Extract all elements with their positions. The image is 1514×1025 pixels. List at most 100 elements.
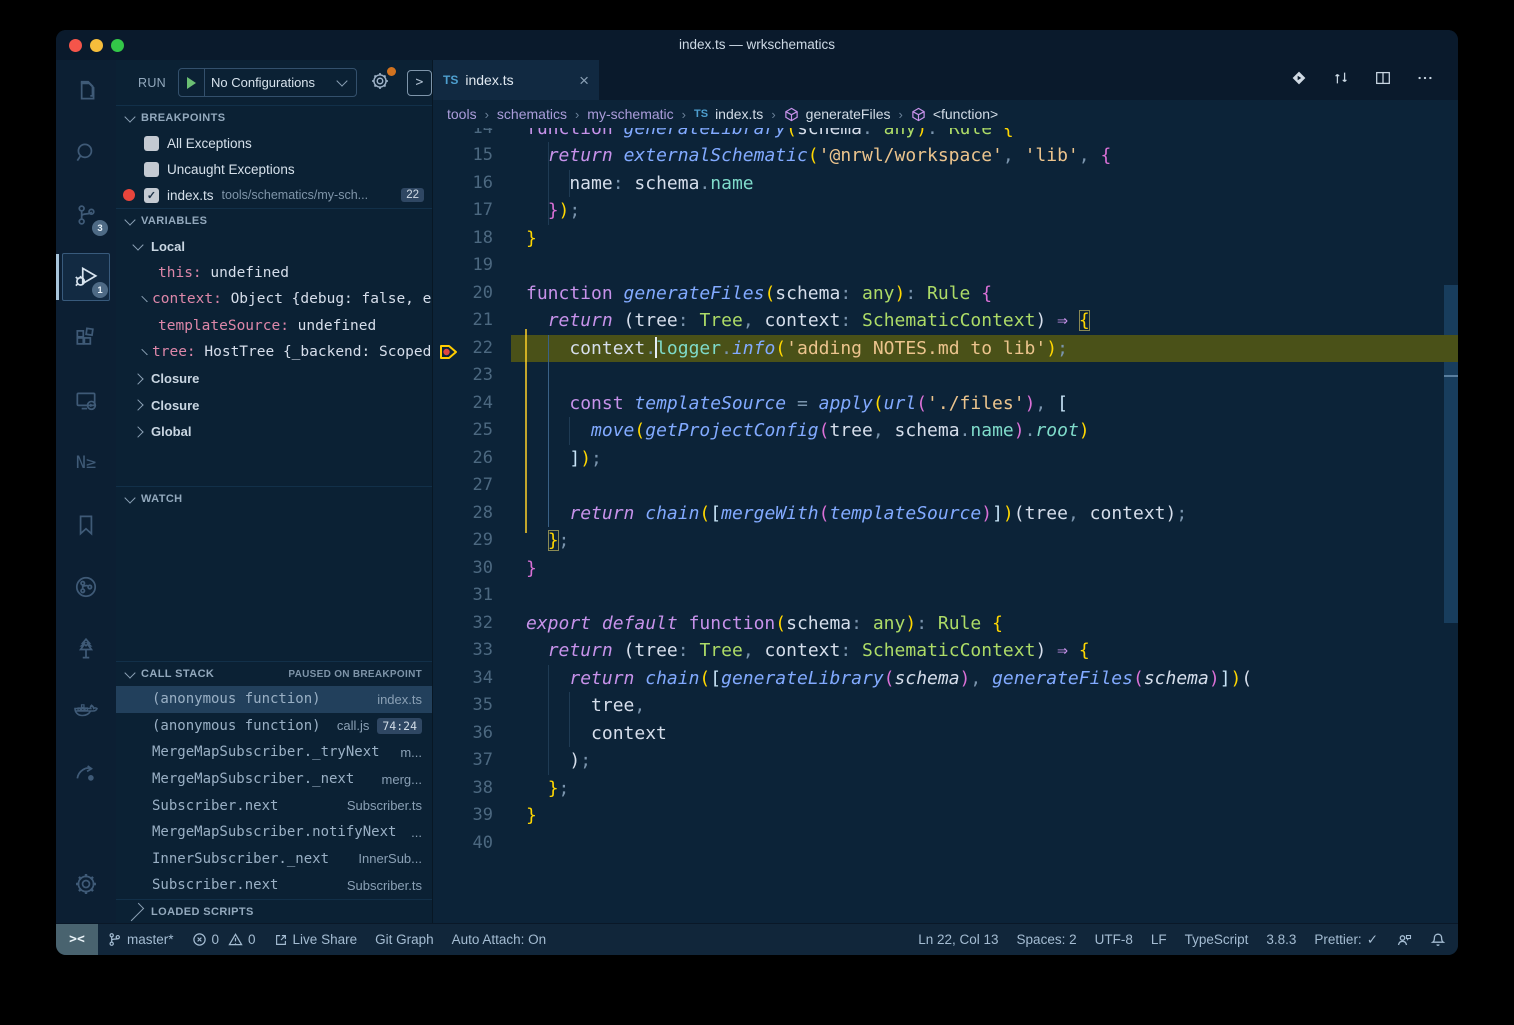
call-stack-header[interactable]: CALL STACK PAUSED ON BREAKPOINT bbox=[116, 661, 432, 686]
breakpoint-item[interactable]: All Exceptions bbox=[116, 130, 432, 156]
variables-header[interactable]: VARIABLES bbox=[116, 208, 432, 233]
project-manager-icon[interactable] bbox=[56, 742, 116, 804]
problems-item[interactable]: 0 0 bbox=[183, 924, 265, 955]
breadcrumb-item[interactable]: index.ts bbox=[715, 106, 763, 122]
prettier-item[interactable]: Prettier: ✓ bbox=[1305, 924, 1387, 955]
code-line-14[interactable]: 14function generateLibrary(schema: any):… bbox=[433, 128, 1458, 142]
live-share-item[interactable]: Live Share bbox=[265, 924, 367, 955]
explorer-icon[interactable] bbox=[56, 60, 116, 122]
code-line-16[interactable]: 16 name: schema.name bbox=[433, 170, 1458, 198]
callstack-frame[interactable]: Subscriber.nextSubscriber.ts bbox=[116, 792, 432, 819]
code-line-33[interactable]: 33 return (tree: Tree, context: Schemati… bbox=[433, 637, 1458, 665]
nx-console-icon[interactable]: N≥ bbox=[56, 432, 116, 494]
variable-row[interactable]: this: undefined bbox=[116, 260, 432, 287]
callstack-frame[interactable]: InnerSubscriber._nextInnerSub... bbox=[116, 846, 432, 873]
todo-tree-icon[interactable] bbox=[56, 618, 116, 680]
open-changes-icon[interactable] bbox=[1290, 69, 1308, 92]
callstack-frame[interactable]: (anonymous function)call.js74:24 bbox=[116, 713, 432, 740]
variable-row[interactable]: tree: HostTree {_backend: ScopedH… bbox=[116, 339, 432, 366]
callstack-frame[interactable]: MergeMapSubscriber._tryNextm... bbox=[116, 739, 432, 766]
run-and-debug-icon[interactable]: 1 bbox=[56, 246, 116, 308]
code-line-40[interactable]: 40 bbox=[433, 830, 1458, 858]
breadcrumb-item[interactable]: tools bbox=[447, 106, 477, 122]
breakpoint-checkbox[interactable]: ✓ bbox=[144, 188, 159, 203]
git-graph-icon[interactable] bbox=[56, 556, 116, 618]
code-line-38[interactable]: 38 }; bbox=[433, 775, 1458, 803]
more-actions-icon[interactable] bbox=[1416, 69, 1434, 92]
language-mode-item[interactable]: TypeScript bbox=[1176, 924, 1258, 955]
code-line-20[interactable]: 20function generateFiles(schema: any): R… bbox=[433, 280, 1458, 308]
code-line-28[interactable]: 28 return chain([mergeWith(templateSourc… bbox=[433, 500, 1458, 528]
encoding-item[interactable]: UTF-8 bbox=[1086, 924, 1142, 955]
code-line-32[interactable]: 32export default function(schema: any): … bbox=[433, 610, 1458, 638]
callstack-frame[interactable]: Subscriber.nextSubscriber.ts bbox=[116, 872, 432, 899]
variable-scope-local[interactable]: Local bbox=[116, 233, 432, 260]
breakpoint-item[interactable]: Uncaught Exceptions bbox=[116, 156, 432, 182]
code-line-21[interactable]: 21 return (tree: Tree, context: Schemati… bbox=[433, 307, 1458, 335]
start-debug-icon[interactable] bbox=[187, 77, 196, 89]
debug-console-icon[interactable]: > bbox=[407, 70, 432, 96]
remote-indicator[interactable]: >< bbox=[56, 924, 98, 955]
manage-gear-icon[interactable] bbox=[56, 853, 116, 915]
breakpoint-checkbox[interactable] bbox=[144, 162, 159, 177]
code-line-35[interactable]: 35 tree, bbox=[433, 692, 1458, 720]
breakpoints-header[interactable]: BREAKPOINTS bbox=[116, 105, 432, 130]
variable-scope-closure[interactable]: Closure bbox=[116, 392, 432, 419]
code-line-30[interactable]: 30} bbox=[433, 555, 1458, 583]
breakpoint-checkbox[interactable] bbox=[144, 136, 159, 151]
variable-scope-global[interactable]: Global bbox=[116, 419, 432, 446]
feedback-icon[interactable] bbox=[1387, 924, 1421, 955]
code-area[interactable]: 14function generateLibrary(schema: any):… bbox=[433, 128, 1458, 923]
code-line-26[interactable]: 26 ]); bbox=[433, 445, 1458, 473]
docker-icon[interactable] bbox=[56, 680, 116, 742]
extensions-icon[interactable] bbox=[56, 308, 116, 370]
watch-header[interactable]: WATCH bbox=[116, 486, 432, 511]
code-line-29[interactable]: 29 }; bbox=[433, 527, 1458, 555]
eol-item[interactable]: LF bbox=[1142, 924, 1176, 955]
variable-scope-closure[interactable]: Closure bbox=[116, 366, 432, 393]
code-line-36[interactable]: 36 context bbox=[433, 720, 1458, 748]
code-line-23[interactable]: 23 bbox=[433, 362, 1458, 390]
callstack-frame[interactable]: MergeMapSubscriber.notifyNext... bbox=[116, 819, 432, 846]
configure-gear-icon[interactable] bbox=[369, 70, 391, 95]
breakpoint-item[interactable]: ✓index.tstools/schematics/my-sch...22 bbox=[116, 182, 432, 208]
loaded-scripts-header[interactable]: LOADED SCRIPTS bbox=[116, 899, 432, 924]
code-line-19[interactable]: 19 bbox=[433, 252, 1458, 280]
callstack-frame[interactable]: (anonymous function)index.ts bbox=[116, 686, 432, 713]
code-line-22[interactable]: 22 context.logger.info('adding NOTES.md … bbox=[433, 335, 1458, 363]
git-branch-item[interactable]: master* bbox=[98, 924, 183, 955]
breakpoint-line-badge: 22 bbox=[401, 188, 424, 202]
close-tab-icon[interactable]: × bbox=[579, 72, 589, 89]
code-line-24[interactable]: 24 const templateSource = apply(url('./f… bbox=[433, 390, 1458, 418]
breadcrumb-item[interactable]: <function> bbox=[933, 106, 998, 122]
breadcrumb-item[interactable]: schematics bbox=[497, 106, 567, 122]
source-control-icon[interactable]: 3 bbox=[56, 184, 116, 246]
code-line-27[interactable]: 27 bbox=[433, 472, 1458, 500]
code-line-39[interactable]: 39} bbox=[433, 802, 1458, 830]
variable-row[interactable]: context: Object {debug: false, en… bbox=[116, 286, 432, 313]
notifications-bell-icon[interactable] bbox=[1421, 924, 1458, 955]
bookmarks-icon[interactable] bbox=[56, 494, 116, 556]
code-line-31[interactable]: 31 bbox=[433, 582, 1458, 610]
code-line-15[interactable]: 15 return externalSchematic('@nrwl/works… bbox=[433, 142, 1458, 170]
code-line-18[interactable]: 18} bbox=[433, 225, 1458, 253]
split-editor-icon[interactable] bbox=[1374, 69, 1392, 92]
auto-attach-item[interactable]: Auto Attach: On bbox=[443, 924, 556, 955]
ts-version-item[interactable]: 3.8.3 bbox=[1257, 924, 1305, 955]
variable-row[interactable]: templateSource: undefined bbox=[116, 313, 432, 340]
breadcrumb-item[interactable]: my-schematic bbox=[587, 106, 673, 122]
git-graph-item[interactable]: Git Graph bbox=[366, 924, 443, 955]
tab-index-ts[interactable]: TS index.ts × bbox=[433, 60, 599, 100]
breadcrumb-item[interactable]: generateFiles bbox=[806, 106, 891, 122]
compare-changes-icon[interactable] bbox=[1332, 69, 1350, 92]
code-line-17[interactable]: 17 }); bbox=[433, 197, 1458, 225]
search-icon[interactable] bbox=[56, 122, 116, 184]
code-line-25[interactable]: 25 move(getProjectConfig(tree, schema.na… bbox=[433, 417, 1458, 445]
code-line-34[interactable]: 34 return chain([generateLibrary(schema)… bbox=[433, 665, 1458, 693]
launch-configuration-dropdown[interactable]: No Configurations bbox=[178, 68, 357, 97]
cursor-position-item[interactable]: Ln 22, Col 13 bbox=[909, 924, 1007, 955]
indentation-item[interactable]: Spaces: 2 bbox=[1008, 924, 1086, 955]
code-line-37[interactable]: 37 ); bbox=[433, 747, 1458, 775]
callstack-frame[interactable]: MergeMapSubscriber._nextmerg... bbox=[116, 766, 432, 793]
remote-explorer-icon[interactable] bbox=[56, 370, 116, 432]
